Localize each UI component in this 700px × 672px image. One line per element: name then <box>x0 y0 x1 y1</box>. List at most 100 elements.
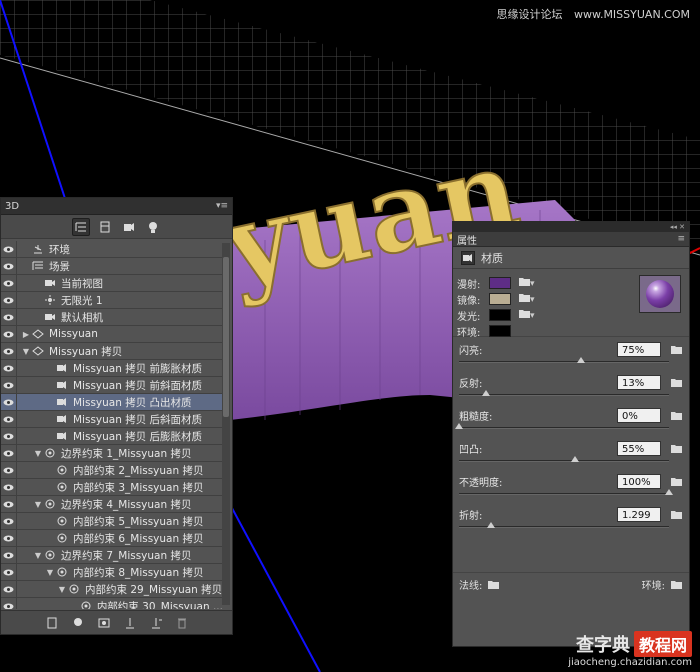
layer-row[interactable]: ▶ Missyuan <box>1 326 223 343</box>
layer-row[interactable]: 默认相机 <box>1 309 223 326</box>
slider-thumb[interactable] <box>482 390 491 396</box>
layer-row[interactable]: ▼ 边界约束 4_Missyuan 拷贝 <box>1 496 223 513</box>
filter-lights-icon[interactable] <box>144 218 162 236</box>
color-swatch[interactable] <box>489 325 511 337</box>
property-slider-track[interactable] <box>459 522 669 528</box>
layer-row[interactable]: Missyuan 拷贝 凸出材质 <box>1 394 223 411</box>
expand-arrow-icon[interactable]: ▶ <box>21 330 31 339</box>
layer-list-scrollbar[interactable] <box>222 243 230 605</box>
folder-icon[interactable] <box>669 579 683 591</box>
normal-map-control[interactable]: 法线: <box>459 577 500 592</box>
layer-row[interactable]: ▼ 内部约束 8_Missyuan 拷贝 <box>1 564 223 581</box>
layer-row[interactable]: 内部约束 2_Missyuan 拷贝 <box>1 462 223 479</box>
visibility-eye-icon[interactable] <box>1 394 17 410</box>
layer-row[interactable]: 内部约束 30_Missyuan ... <box>1 598 223 609</box>
visibility-eye-icon[interactable] <box>1 275 17 291</box>
visibility-eye-icon[interactable] <box>1 462 17 478</box>
scrollbar-thumb[interactable] <box>223 257 229 417</box>
layer-row[interactable]: 内部约束 3_Missyuan 拷贝 <box>1 479 223 496</box>
layer-row[interactable]: 当前视图 <box>1 275 223 292</box>
render-settings-icon[interactable] <box>44 615 60 631</box>
property-slider-track[interactable] <box>459 357 669 363</box>
color-swatch[interactable] <box>489 309 511 321</box>
slider-thumb[interactable] <box>486 522 495 528</box>
new-constraint-icon[interactable] <box>148 615 164 631</box>
folder-icon[interactable] <box>669 409 683 421</box>
visibility-eye-icon[interactable] <box>1 496 17 512</box>
folder-icon[interactable] <box>669 343 683 355</box>
layer-row[interactable]: Missyuan 拷贝 前斜面材质 <box>1 377 223 394</box>
layer-row[interactable]: ▼ Missyuan 拷贝 <box>1 343 223 360</box>
visibility-eye-icon[interactable] <box>1 258 17 274</box>
visibility-eye-icon[interactable] <box>1 326 17 342</box>
visibility-eye-icon[interactable] <box>1 445 17 461</box>
property-value-field[interactable]: 75% <box>617 341 661 357</box>
visibility-eye-icon[interactable] <box>1 581 17 597</box>
layer-row[interactable]: Missyuan 拷贝 前膨胀材质 <box>1 360 223 377</box>
folder-icon[interactable] <box>486 579 500 591</box>
slider-thumb[interactable] <box>665 489 673 495</box>
filter-whole-scene-icon[interactable] <box>71 217 90 236</box>
expand-arrow-icon[interactable]: ▼ <box>57 585 67 594</box>
folder-icon[interactable]: ▾ <box>519 293 535 305</box>
visibility-eye-icon[interactable] <box>1 547 17 563</box>
visibility-eye-icon[interactable] <box>1 530 17 546</box>
material-preview-sphere[interactable] <box>639 275 681 313</box>
folder-icon[interactable]: ▾ <box>519 277 535 289</box>
visibility-eye-icon[interactable] <box>1 513 17 529</box>
property-value-field[interactable]: 55% <box>617 440 661 456</box>
visibility-eye-icon[interactable] <box>1 343 17 359</box>
expand-arrow-icon[interactable]: ▼ <box>45 568 55 577</box>
visibility-eye-icon[interactable] <box>1 598 17 609</box>
filter-materials-icon[interactable] <box>120 218 138 236</box>
layer-row[interactable]: 环境 <box>1 241 223 258</box>
tab-3d[interactable]: 3D <box>5 201 19 212</box>
visibility-eye-icon[interactable] <box>1 411 17 427</box>
visibility-eye-icon[interactable] <box>1 360 17 376</box>
expand-arrow-icon[interactable]: ▼ <box>21 347 31 356</box>
panel-menu-icon[interactable]: ▾≡ <box>216 201 228 211</box>
layer-row[interactable]: ▼ 内部约束 29_Missyuan 拷贝 <box>1 581 223 598</box>
add-light-icon[interactable] <box>70 615 86 631</box>
color-swatch[interactable] <box>489 293 511 305</box>
folder-icon[interactable] <box>669 376 683 388</box>
expand-arrow-icon[interactable]: ▼ <box>33 551 43 560</box>
visibility-eye-icon[interactable] <box>1 309 17 325</box>
property-slider-track[interactable] <box>459 390 669 396</box>
visibility-eye-icon[interactable] <box>1 479 17 495</box>
environment-map-control[interactable]: 环境: <box>642 577 683 592</box>
folder-icon[interactable] <box>669 475 683 487</box>
folder-icon[interactable] <box>669 442 683 454</box>
visibility-eye-icon[interactable] <box>1 564 17 580</box>
expand-arrow-icon[interactable]: ▼ <box>33 449 43 458</box>
property-value-field[interactable]: 100% <box>617 473 661 489</box>
properties-menu-icon[interactable]: ≡ <box>677 234 685 244</box>
folder-icon[interactable] <box>669 508 683 520</box>
layer-row[interactable]: 场景 <box>1 258 223 275</box>
color-swatch[interactable] <box>489 277 511 289</box>
layer-row[interactable]: 内部约束 6_Missyuan 拷贝 <box>1 530 223 547</box>
tab-properties[interactable]: 属性 <box>457 232 477 247</box>
filter-meshes-icon[interactable] <box>96 218 114 236</box>
folder-icon[interactable]: ▾ <box>519 309 535 321</box>
render-icon[interactable] <box>96 615 112 631</box>
property-value-field[interactable]: 1.299 <box>617 506 661 522</box>
property-value-field[interactable]: 13% <box>617 374 661 390</box>
layer-row[interactable]: 内部约束 5_Missyuan 拷贝 <box>1 513 223 530</box>
property-slider-track[interactable] <box>455 423 669 429</box>
layer-row[interactable]: Missyuan 拷贝 后膨胀材质 <box>1 428 223 445</box>
material-icon[interactable] <box>461 250 475 265</box>
layer-row[interactable]: 无限光 1 <box>1 292 223 309</box>
ground-shadow-icon[interactable] <box>122 615 138 631</box>
slider-thumb[interactable] <box>576 357 585 363</box>
property-slider-track[interactable] <box>459 489 673 495</box>
layer-row[interactable]: ▼ 边界约束 7_Missyuan 拷贝 <box>1 547 223 564</box>
visibility-eye-icon[interactable] <box>1 377 17 393</box>
layer-row[interactable]: ▼ 边界约束 1_Missyuan 拷贝 <box>1 445 223 462</box>
visibility-eye-icon[interactable] <box>1 241 17 257</box>
slider-thumb[interactable] <box>455 423 463 429</box>
property-slider-track[interactable] <box>459 456 669 462</box>
visibility-eye-icon[interactable] <box>1 292 17 308</box>
visibility-eye-icon[interactable] <box>1 428 17 444</box>
layer-row[interactable]: Missyuan 拷贝 后斜面材质 <box>1 411 223 428</box>
